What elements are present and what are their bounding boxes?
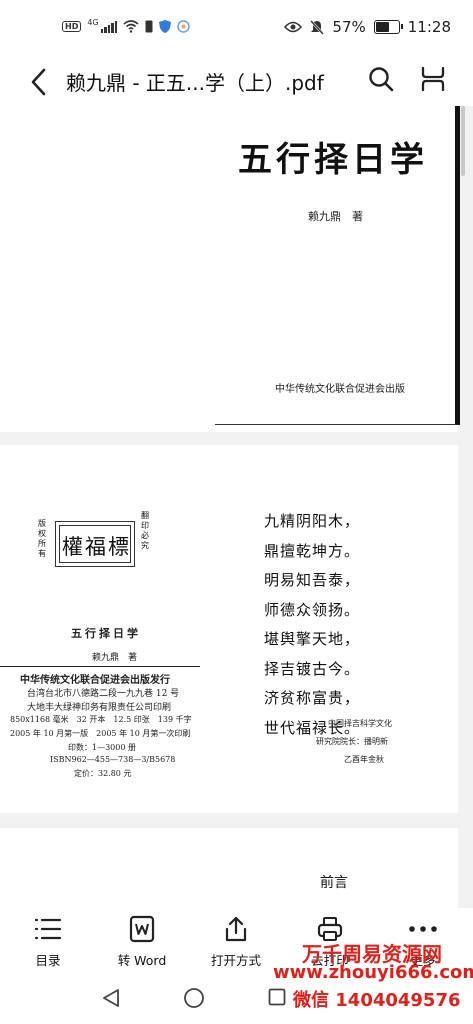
pub-line-3: 大地丰大绿神印务有限责任公司印刷	[27, 703, 172, 713]
toolbar-label: 打开方式	[210, 953, 261, 968]
pdf-page-1[interactable]: 五行择日学 赖九鼎 著 中华传统文化联合促进会出版	[0, 106, 460, 432]
divider-line	[0, 666, 200, 667]
share-icon	[225, 916, 247, 942]
poem-line: 择吉镀古今。	[264, 659, 361, 678]
poem-line: 济贫称富贵，	[264, 689, 361, 707]
poem-block: 九精阴阳木， 鼎擅乾坤方。 明易知吾泰， 师德众领扬。 堪舆擎天地， 择吉镀古今…	[264, 507, 360, 743]
document-title: 赖九鼎 - 正五...学（上）.pdf	[66, 71, 324, 95]
toolbar-item-word[interactable]: 转 Word	[97, 908, 187, 969]
nav-recents-icon[interactable]	[268, 988, 286, 1006]
copyright-seal: 權福標	[55, 521, 135, 567]
word-convert-icon	[129, 915, 155, 943]
hd-badge: HD	[62, 21, 82, 32]
battery-percent: 57%	[332, 18, 366, 36]
pdf-page-2[interactable]: 權福標 版权所有 翻印必究 五行择日学 赖九鼎 著 中华传统文化联合促进会出版发…	[0, 445, 458, 813]
author-line: 赖九鼎 著	[308, 210, 363, 223]
sim-icon	[145, 20, 153, 33]
publisher-line: 中华传统文化联合促进会出版	[275, 384, 405, 395]
pub-line-2: 台湾台北市八德路二段一九九巷 12 号	[27, 689, 180, 699]
pub-line-6: 印数：1—3000 册	[68, 743, 136, 752]
search-icon[interactable]	[368, 66, 394, 92]
mute-icon	[310, 19, 325, 35]
back-arrow-icon[interactable]	[28, 67, 48, 97]
toolbar-item-open-with[interactable]: 打开方式	[191, 908, 281, 969]
nav-home-icon[interactable]	[183, 987, 205, 1009]
author-small: 赖九鼎 著	[92, 653, 138, 663]
eye-icon	[284, 21, 303, 33]
security-app-icon	[177, 20, 190, 33]
preface-heading: 前言	[320, 875, 348, 891]
pub-line-5: 2005 年 10 月第一版 2005 年 10 月第一次印刷	[10, 729, 191, 738]
signal-icon	[100, 20, 118, 33]
battery-icon	[373, 20, 403, 34]
book-title-small: 五行择日学	[71, 627, 141, 640]
clock: 11:28	[407, 18, 451, 36]
nav-back-icon[interactable]	[101, 988, 121, 1008]
pub-line-4: 850x1168 毫米 32 开本 12.5 印张 139 千字	[10, 715, 192, 724]
seal-text: 權福標	[62, 535, 131, 559]
status-left: HD 4G	[62, 18, 190, 33]
toolbar-item-contents[interactable]: 目录	[3, 908, 93, 969]
poem-line: 鼎擅乾坤方。	[264, 541, 361, 560]
pub-line-1: 中华传统文化联合促进会出版发行	[20, 675, 170, 686]
status-right: 57% 11:28	[284, 18, 451, 36]
list-icon	[34, 918, 62, 940]
poem-line: 明易知吾泰，	[264, 571, 361, 589]
rights-reserved: 版权所有	[38, 519, 46, 558]
network-type: 4G	[87, 18, 99, 27]
fit-width-icon[interactable]	[420, 66, 446, 92]
wifi-icon	[123, 20, 139, 33]
shield-icon	[159, 20, 172, 33]
book-title: 五行择日学	[238, 140, 428, 180]
toolbar-label: 目录	[35, 953, 61, 968]
more-icon	[409, 926, 437, 932]
pub-line-7: ISBN962—455—738—3/B5678	[50, 755, 176, 764]
status-bar: HD 4G 57% 11:28	[0, 0, 473, 58]
signature-line-2: 研究院院长：播明新	[316, 737, 388, 746]
pdf-page-3[interactable]: 前言	[0, 828, 458, 908]
pub-line-8: 定价：32.80 元	[74, 769, 132, 778]
watermark-line-2: www.zhouyi666.com	[273, 962, 473, 983]
watermark-line-3: 微信 1404049576	[293, 990, 461, 1011]
no-reprint: 翻印必究	[141, 511, 149, 550]
title-bar: 赖九鼎 - 正五...学（上）.pdf	[0, 58, 473, 106]
scrollbar[interactable]	[461, 106, 465, 176]
poem-line: 九精阴阳木，	[264, 512, 361, 530]
signature-line-1: 中国择吉科学文化	[328, 719, 392, 728]
signature-line-3: 乙酉年金秋	[344, 755, 384, 764]
toolbar-label: 转 Word	[117, 953, 167, 968]
poem-line: 堪舆擎天地，	[264, 630, 361, 648]
poem-line: 师德众领扬。	[264, 600, 361, 619]
